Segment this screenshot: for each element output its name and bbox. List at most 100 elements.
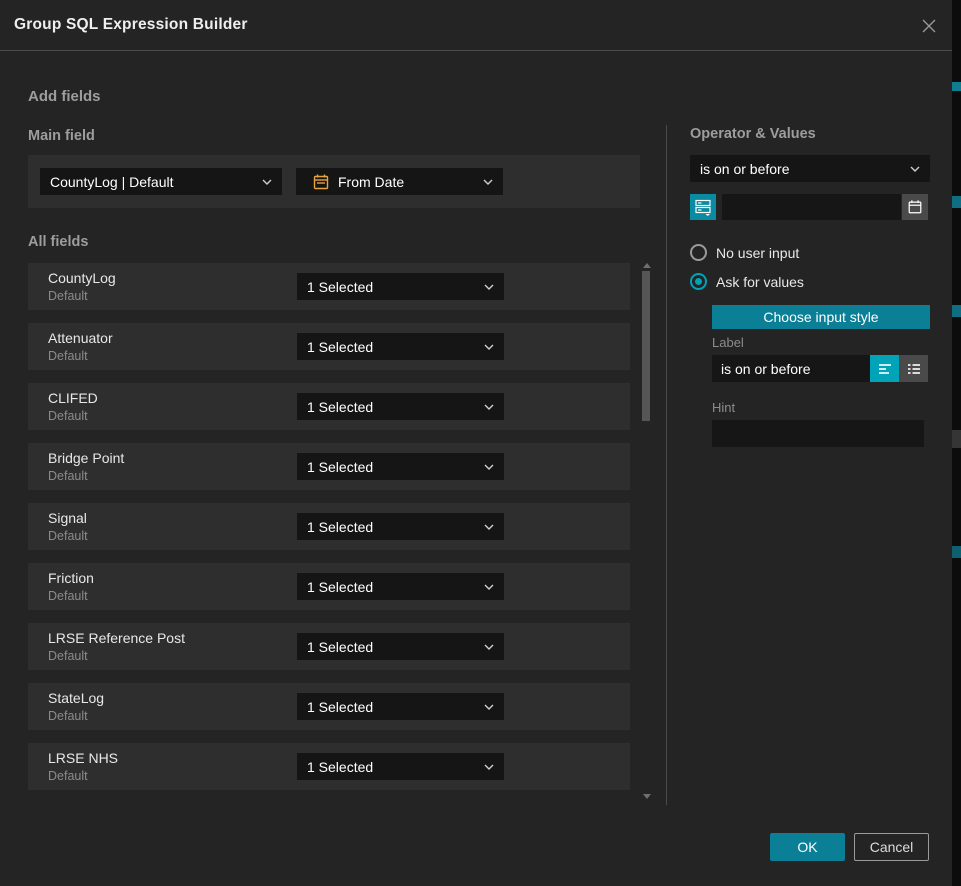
calendar-icon	[907, 199, 923, 215]
layer-select[interactable]: CountyLog | Default	[40, 168, 282, 195]
scrollbar-down-arrow-icon[interactable]	[643, 794, 651, 799]
screen: Group SQL Expression Builder Add fields …	[0, 0, 961, 886]
field-values-select[interactable]: 1 Selected	[297, 393, 504, 420]
chevron-down-icon	[262, 179, 272, 185]
label-input[interactable]	[712, 355, 870, 382]
hint-field-label: Hint	[712, 400, 735, 415]
input-rows-icon	[694, 198, 712, 216]
field-name: Attenuator	[48, 330, 113, 346]
field-values-select-value: 1 Selected	[307, 579, 478, 595]
field-values-select[interactable]: 1 Selected	[297, 513, 504, 540]
field-name: LRSE NHS	[48, 750, 118, 766]
field-sublabel: Default	[48, 349, 88, 363]
chevron-down-icon	[484, 644, 494, 650]
main-field-heading: Main field	[28, 128, 95, 144]
chevron-down-icon	[484, 464, 494, 470]
main-field-select[interactable]: From Date	[296, 168, 503, 195]
field-row: CountyLog Default 1 Selected	[28, 263, 630, 310]
field-values-select[interactable]: 1 Selected	[297, 753, 504, 780]
add-fields-heading: Add fields	[28, 88, 101, 105]
field-sublabel: Default	[48, 709, 88, 723]
operator-select-value: is on or before	[700, 161, 904, 177]
all-fields-list: CountyLog Default 1 Selected Attenuator Defa…	[28, 263, 630, 803]
chevron-down-icon	[484, 344, 494, 350]
list-style-button[interactable]	[899, 355, 928, 382]
dialog-titlebar: Group SQL Expression Builder	[0, 0, 952, 51]
fields-scrollbar[interactable]	[641, 261, 651, 801]
field-name: Friction	[48, 570, 94, 586]
scrollbar-thumb[interactable]	[642, 271, 650, 421]
chevron-down-icon	[484, 524, 494, 530]
date-picker-button[interactable]	[902, 194, 928, 220]
field-sublabel: Default	[48, 589, 88, 603]
field-name: CountyLog	[48, 270, 116, 286]
background-app-strip	[952, 0, 961, 886]
field-values-select-value: 1 Selected	[307, 399, 478, 415]
field-row: CLIFEDDefault1 Selected	[28, 383, 630, 430]
field-values-select-value: 1 Selected	[307, 459, 478, 475]
field-sublabel: Default	[48, 649, 88, 663]
radio-no-user-input[interactable]: No user input	[690, 244, 799, 261]
field-values-select[interactable]: 1 Selected	[297, 693, 504, 720]
date-value-input[interactable]	[722, 194, 901, 220]
group-sql-expression-builder-dialog: Group SQL Expression Builder Add fields …	[0, 0, 952, 886]
background-fragment	[952, 82, 961, 91]
chevron-down-icon	[484, 584, 494, 590]
operator-select[interactable]: is on or before	[690, 155, 930, 182]
field-values-select[interactable]: 1 Selected	[297, 273, 504, 300]
close-button[interactable]	[916, 13, 942, 39]
background-fragment	[952, 305, 961, 317]
field-row: Friction Default 1 Selected	[28, 563, 630, 610]
field-row: Attenuator Default 1 Selected	[28, 323, 630, 370]
radio-circle-selected-icon	[690, 273, 707, 290]
field-name: LRSE Reference Post	[48, 630, 185, 646]
chevron-down-icon	[484, 404, 494, 410]
ok-button[interactable]: OK	[770, 833, 845, 861]
field-values-select-value: 1 Selected	[307, 699, 478, 715]
field-values-select[interactable]: 1 Selected	[297, 333, 504, 360]
panel-divider	[666, 125, 667, 805]
label-field-label: Label	[712, 335, 744, 350]
background-fragment	[952, 196, 961, 208]
calendar-icon	[312, 173, 330, 191]
dialog-title: Group SQL Expression Builder	[0, 16, 248, 34]
choose-input-style-button[interactable]: Choose input style	[712, 305, 930, 329]
field-values-select-value: 1 Selected	[307, 639, 478, 655]
chevron-down-icon	[484, 704, 494, 710]
background-fragment	[952, 546, 961, 558]
hint-input[interactable]	[712, 420, 924, 447]
layer-select-value: CountyLog | Default	[50, 174, 256, 190]
field-values-select-value: 1 Selected	[307, 279, 478, 295]
field-name: StateLog	[48, 690, 104, 706]
list-icon	[906, 361, 922, 377]
all-fields-heading: All fields	[28, 234, 88, 250]
field-values-select[interactable]: 1 Selected	[297, 573, 504, 600]
field-values-select-value: 1 Selected	[307, 519, 478, 535]
field-name: Signal	[48, 510, 87, 526]
field-values-select-value: 1 Selected	[307, 339, 478, 355]
field-sublabel: Default	[48, 409, 88, 423]
radio-circle-icon	[690, 244, 707, 261]
field-sublabel: Default	[48, 769, 88, 783]
main-field-panel: CountyLog | Default From Date	[28, 155, 640, 208]
main-field-select-value: From Date	[338, 174, 477, 190]
radio-ask-for-values-label: Ask for values	[716, 274, 804, 290]
radio-ask-for-values[interactable]: Ask for values	[690, 273, 804, 290]
field-values-select[interactable]: 1 Selected	[297, 453, 504, 480]
scrollbar-up-arrow-icon[interactable]	[643, 263, 651, 268]
single-line-style-button[interactable]	[870, 355, 899, 382]
field-row: Bridge PointDefault1 Selected	[28, 443, 630, 490]
close-icon	[921, 18, 937, 34]
chevron-down-icon	[910, 166, 920, 172]
field-sublabel: Default	[48, 529, 88, 543]
field-values-select-value: 1 Selected	[307, 759, 478, 775]
field-sublabel: Default	[48, 289, 88, 303]
field-row: StateLog Default 1 Selected	[28, 683, 630, 730]
field-row: Signal Default 1 Selected	[28, 503, 630, 550]
field-values-select[interactable]: 1 Selected	[297, 633, 504, 660]
field-row: LRSE Reference Post Default 1 Selected	[28, 623, 630, 670]
operator-values-heading: Operator & Values	[690, 126, 816, 142]
chevron-down-icon	[484, 284, 494, 290]
cancel-button[interactable]: Cancel	[854, 833, 929, 861]
input-style-button[interactable]	[690, 194, 716, 220]
